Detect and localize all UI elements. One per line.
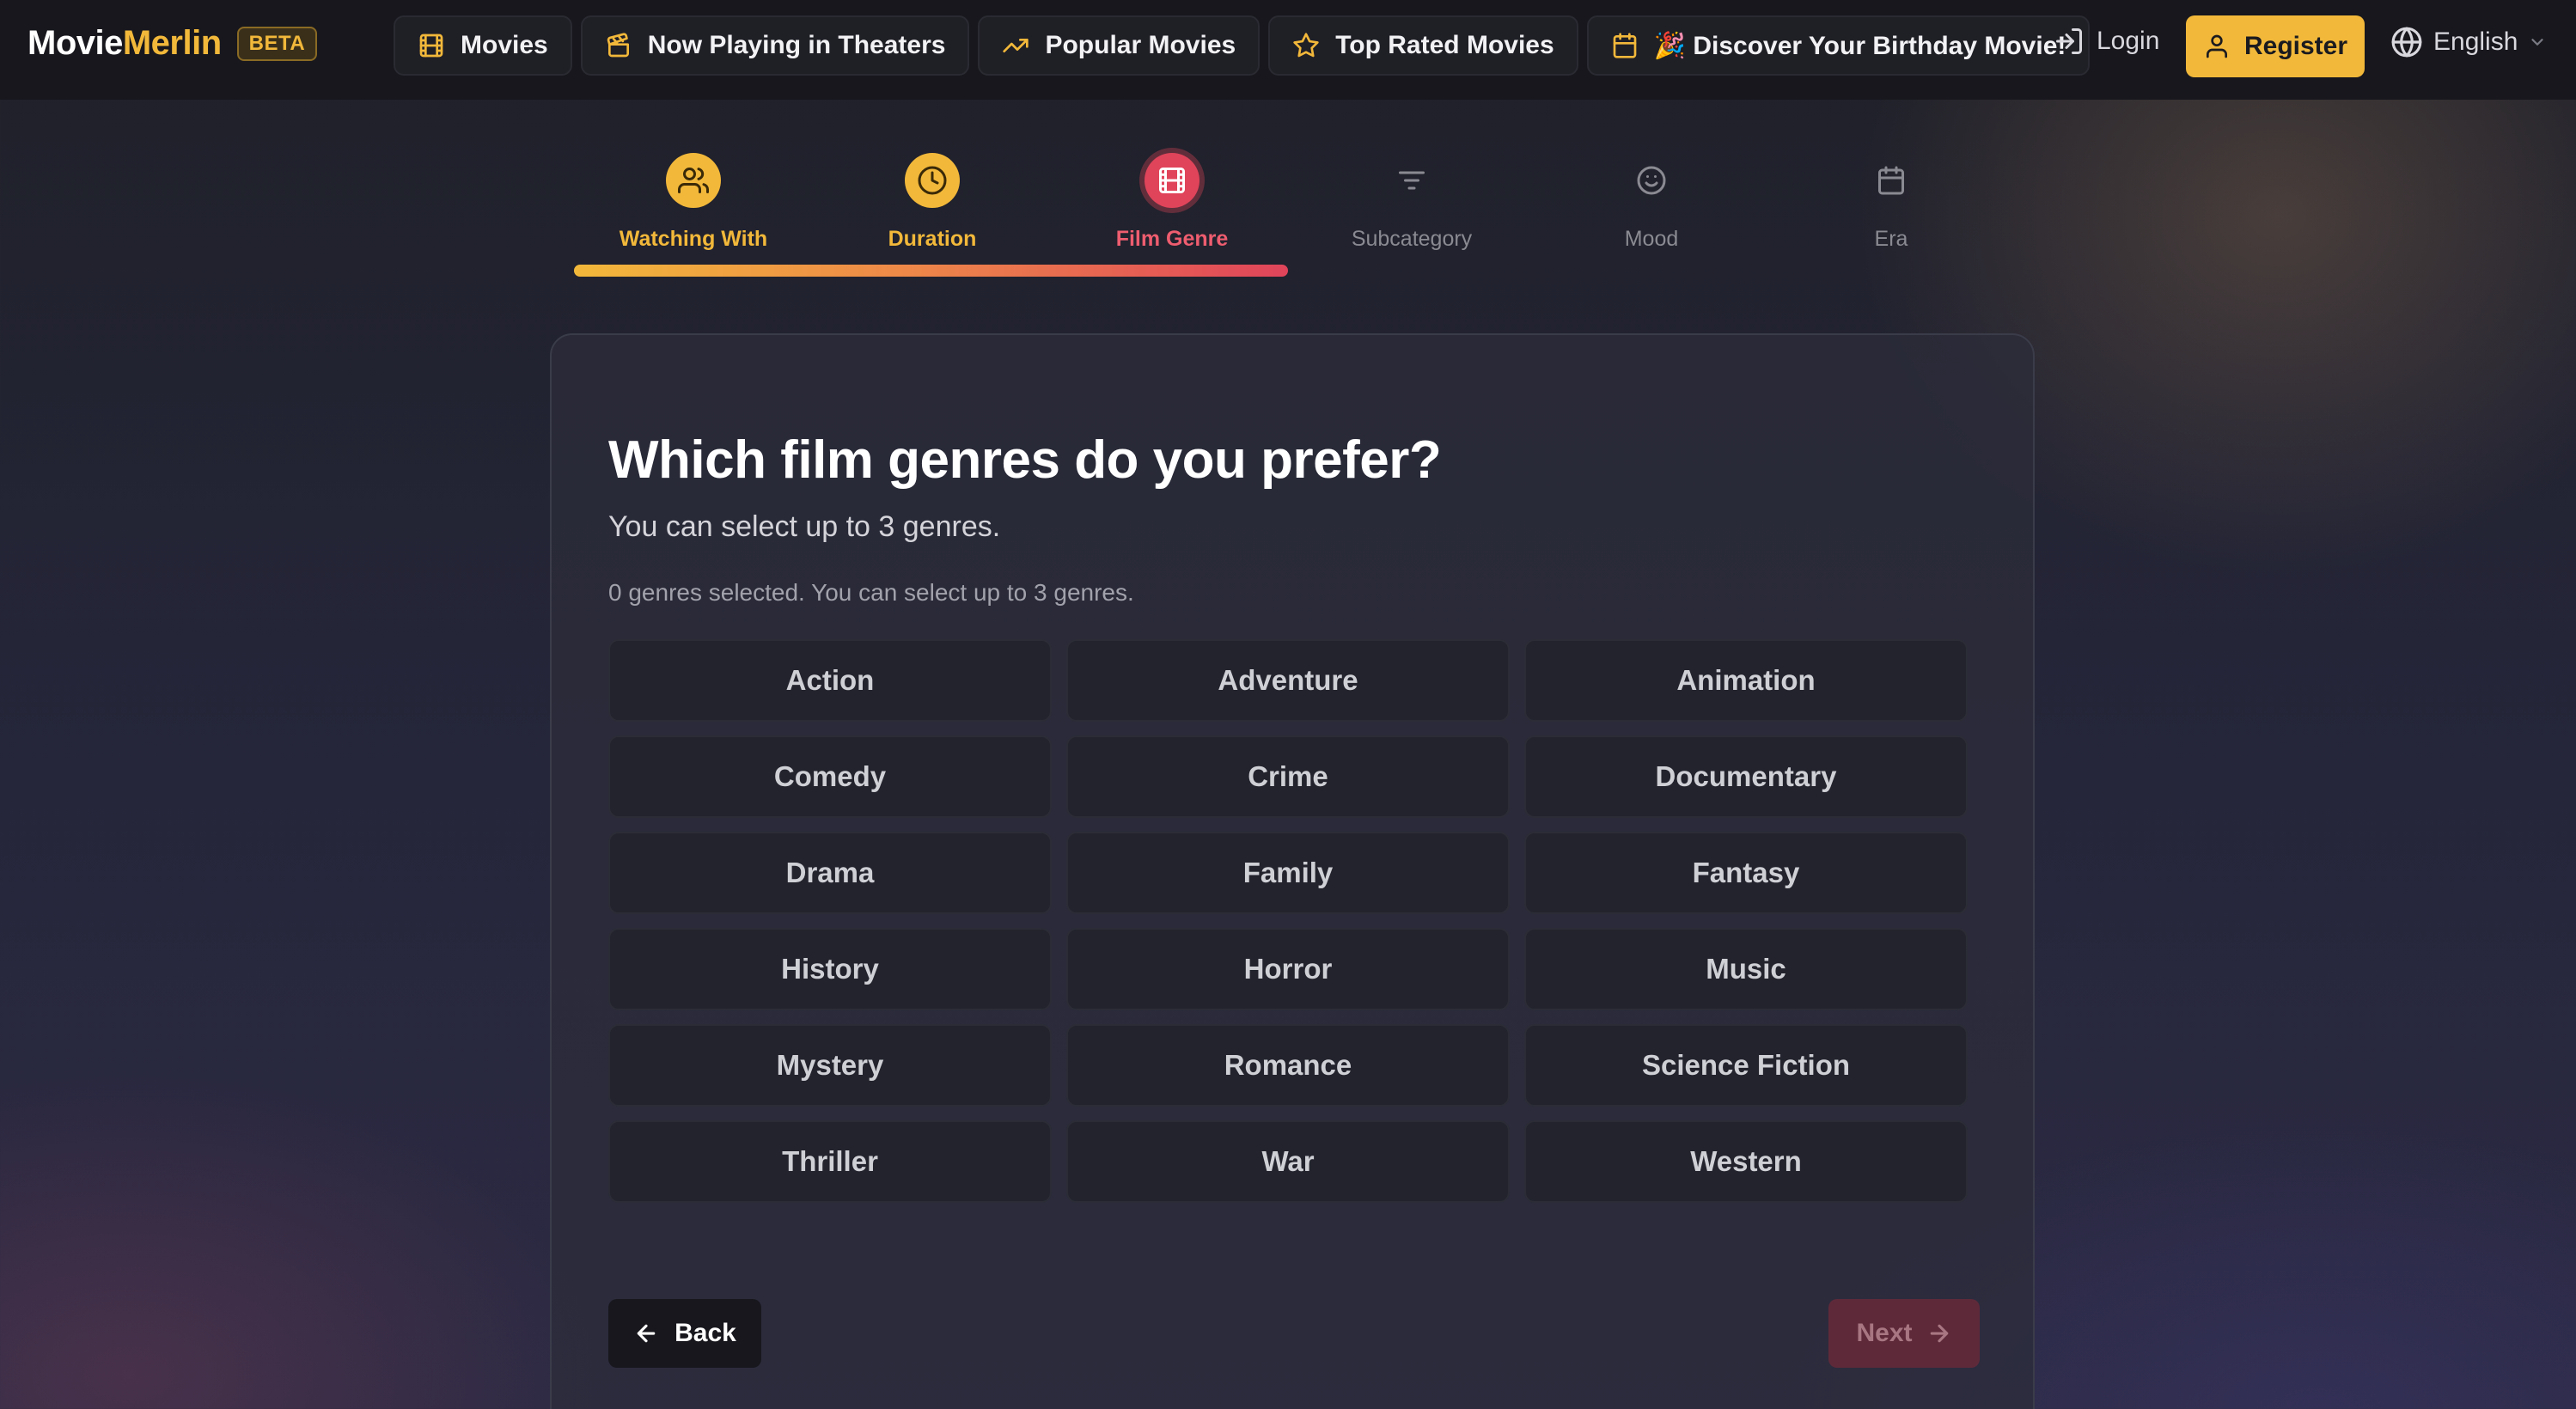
language-label: English (2433, 27, 2518, 56)
genre-option-horror[interactable]: Horror (1066, 928, 1510, 1010)
nav-birthday-movie[interactable]: 🎉 Discover Your Birthday Movie! (1586, 15, 2091, 76)
genre-option-animation[interactable]: Animation (1524, 639, 1968, 722)
trending-up-icon (1002, 32, 1029, 59)
step-film-genre[interactable]: Film Genre (1052, 146, 1292, 252)
register-label: Register (2243, 32, 2348, 60)
calendar-icon (1611, 32, 1639, 59)
progress-bar (574, 265, 2002, 277)
arrow-left-icon (633, 1321, 659, 1346)
genre-option-romance[interactable]: Romance (1066, 1024, 1510, 1107)
step-circle (1624, 153, 1679, 208)
selection-count: 0 genres selected. You can select up to … (608, 579, 1134, 606)
step-label: Watching With (619, 227, 768, 251)
nav-now-playing-label: Now Playing in Theaters (647, 31, 946, 59)
nav-birthday-movie-label: 🎉 Discover Your Birthday Movie! (1653, 31, 2066, 60)
step-circle (1864, 153, 1919, 208)
chevron-down-icon (2528, 33, 2547, 52)
step-circle (1145, 153, 1199, 208)
back-button[interactable]: Back (608, 1299, 761, 1368)
register-button[interactable]: Register (2186, 15, 2365, 77)
genre-option-science-fiction[interactable]: Science Fiction (1524, 1024, 1968, 1107)
step-duration[interactable]: Duration (812, 146, 1053, 252)
nav-top-rated[interactable]: Top Rated Movies (1268, 15, 1578, 76)
genre-selection-card: Which film genres do you prefer? You can… (550, 333, 2035, 1409)
nav-popular-label: Popular Movies (1045, 31, 1236, 59)
nav-movies[interactable]: Movies (394, 15, 572, 76)
step-label: Duration (888, 227, 977, 251)
step-subcategory[interactable]: Subcategory (1291, 146, 1532, 252)
genre-option-western[interactable]: Western (1524, 1120, 1968, 1203)
smile-icon (1637, 166, 1666, 195)
clock-icon (918, 166, 947, 195)
step-mood[interactable]: Mood (1531, 146, 1772, 252)
step-circle (905, 153, 960, 208)
user-icon (2203, 33, 2231, 60)
arrow-right-icon (1926, 1321, 1952, 1346)
question-subtitle: You can select up to 3 genres. (608, 510, 1001, 543)
film-icon (1159, 168, 1185, 193)
genre-option-documentary[interactable]: Documentary (1524, 735, 1968, 818)
step-label: Era (1874, 227, 1908, 251)
genre-option-comedy[interactable]: Comedy (608, 735, 1052, 818)
back-label: Back (675, 1319, 736, 1347)
globe-icon (2390, 26, 2423, 58)
top-navigation-bar: MovieMerlin BETA Movies Now Playing in T… (0, 0, 2576, 100)
users-icon (678, 168, 709, 193)
genre-grid: Action Adventure Animation Comedy Crime … (608, 639, 1968, 1203)
wizard-stepper: Watching With Duration Film Genre Subcat… (574, 146, 2002, 284)
login-icon (2054, 26, 2085, 57)
step-watching-with[interactable]: Watching With (573, 146, 814, 252)
genre-option-mystery[interactable]: Mystery (608, 1024, 1052, 1107)
nav-now-playing[interactable]: Now Playing in Theaters (580, 15, 970, 76)
beta-badge: BETA (236, 26, 318, 61)
progress-bar-fill (574, 265, 1288, 277)
genre-option-family[interactable]: Family (1066, 832, 1510, 914)
nav-popular[interactable]: Popular Movies (978, 15, 1261, 76)
genre-option-thriller[interactable]: Thriller (608, 1120, 1052, 1203)
next-label: Next (1856, 1319, 1913, 1347)
language-selector[interactable]: English (2390, 26, 2547, 58)
page-title: Which film genres do you prefer? (608, 430, 1442, 490)
genre-option-music[interactable]: Music (1524, 928, 1968, 1010)
genre-option-adventure[interactable]: Adventure (1066, 639, 1510, 722)
genre-option-history[interactable]: History (608, 928, 1052, 1010)
step-label: Mood (1624, 227, 1679, 251)
film-icon (418, 32, 445, 59)
step-era[interactable]: Era (1771, 146, 2011, 252)
genre-option-drama[interactable]: Drama (608, 832, 1052, 914)
calendar-icon (1878, 166, 1904, 195)
step-label: Film Genre (1115, 227, 1229, 251)
main-nav: Movies Now Playing in Theaters Popular M… (394, 15, 2091, 76)
genre-option-war[interactable]: War (1066, 1120, 1510, 1203)
next-button[interactable]: Next (1828, 1299, 1980, 1368)
ticket-icon (605, 32, 632, 59)
step-label: Subcategory (1351, 227, 1473, 251)
genre-option-crime[interactable]: Crime (1066, 735, 1510, 818)
filter-icon (1399, 171, 1425, 190)
login-label: Login (2097, 27, 2160, 55)
star-icon (1292, 32, 1320, 59)
nav-movies-label: Movies (461, 31, 548, 59)
step-circle (666, 153, 721, 208)
brand-logo[interactable]: MovieMerlin (27, 24, 222, 63)
brand[interactable]: MovieMerlin BETA (27, 24, 318, 63)
nav-top-rated-label: Top Rated Movies (1335, 31, 1554, 59)
login-button[interactable]: Login (2054, 26, 2159, 57)
step-circle (1384, 153, 1439, 208)
genre-option-fantasy[interactable]: Fantasy (1524, 832, 1968, 914)
genre-option-action[interactable]: Action (608, 639, 1052, 722)
